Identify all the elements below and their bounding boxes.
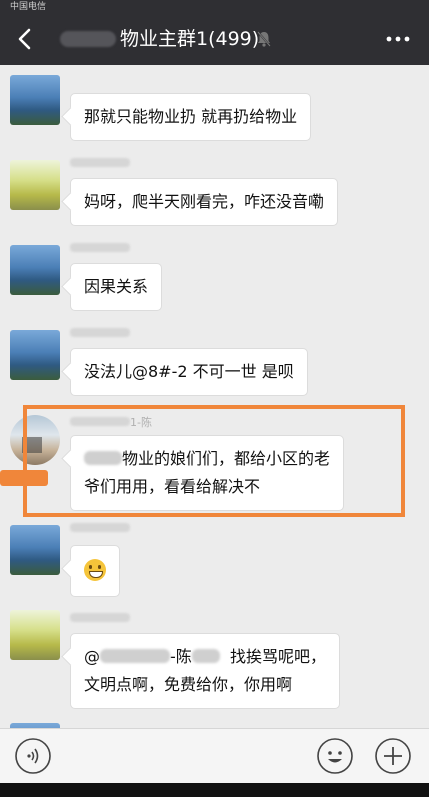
- message-text-line2: 文明点啊，免费给你，你用啊: [84, 675, 293, 694]
- emoji-icon[interactable]: [316, 737, 354, 775]
- user-avatar[interactable]: [10, 245, 60, 295]
- message-input[interactable]: [64, 741, 300, 771]
- user-avatar[interactable]: [10, 610, 60, 660]
- mention-prefix: @: [84, 647, 100, 666]
- message-bubble[interactable]: @ -陈 找挨骂呢吧， 文明点啊，免费给你，你用啊: [70, 633, 340, 709]
- redacted-text: [191, 649, 220, 663]
- sender-nickname: [70, 523, 130, 535]
- user-avatar[interactable]: [10, 160, 60, 210]
- member-count: (499): [208, 28, 260, 50]
- system-nav-bar: [0, 783, 429, 797]
- message-text: 妈呀，爬半天刚看完，咋还没音嘞: [84, 192, 325, 211]
- mention-name: -陈: [170, 647, 192, 666]
- sender-nickname: [70, 328, 130, 340]
- chat-title: 物业主群1(499): [60, 14, 259, 65]
- message-bubble[interactable]: 没法儿@8#-2 不可一世 是呗: [70, 348, 308, 396]
- mute-bell-icon: [257, 31, 271, 47]
- message-text: 没法儿@8#-2 不可一世 是呗: [84, 362, 294, 381]
- sender-nickname: [70, 158, 130, 170]
- user-avatar[interactable]: [10, 330, 60, 380]
- sender-nickname: [70, 243, 130, 255]
- sender-nickname: 1-陈: [70, 417, 152, 429]
- chat-header: 物业主群1(499): [0, 14, 429, 65]
- user-avatar[interactable]: [10, 525, 60, 575]
- message-bubble[interactable]: 因果关系: [70, 263, 163, 311]
- message-text-line1: 找挨骂呢吧，: [229, 647, 326, 666]
- more-icon[interactable]: [385, 28, 411, 50]
- nickname-text: 1-陈: [130, 416, 152, 429]
- sender-nickname: [70, 613, 130, 625]
- redacted-text: [84, 451, 122, 465]
- redacted-text: [100, 649, 170, 663]
- message-bubble[interactable]: 妈呀，爬半天刚看完，咋还没音嘞: [70, 178, 339, 226]
- message-bubble[interactable]: 物业的娘们们，都给小区的老 爷们用用，看看给解决不: [70, 435, 345, 511]
- message-text: 因果关系: [84, 277, 149, 296]
- plus-icon[interactable]: [374, 737, 412, 775]
- message-list[interactable]: 那就只能物业扔 就再扔给物业 妈呀，爬半天刚看完，咋还没音嘞 因果关系 没法儿@…: [0, 65, 429, 728]
- group-name: 物业主群1: [120, 28, 209, 50]
- message-bubble[interactable]: [70, 545, 120, 597]
- user-avatar[interactable]: [10, 75, 60, 125]
- user-avatar[interactable]: [10, 415, 60, 465]
- carrier-label: 中国电信: [10, 2, 47, 12]
- message-bubble[interactable]: 那就只能物业扔 就再扔给物业: [70, 93, 312, 141]
- message-text: 那就只能物业扔 就再扔给物业: [84, 107, 298, 126]
- input-bar: [0, 728, 429, 784]
- back-arrow-icon[interactable]: [8, 22, 42, 56]
- redacted-title-part: [60, 31, 116, 47]
- status-bar: 中国电信: [0, 0, 429, 14]
- grinning-face-emoji: [84, 559, 106, 581]
- message-text-line1: 物业的娘们们，都给小区的老: [122, 449, 331, 468]
- voice-icon[interactable]: [14, 737, 52, 775]
- message-text-line2: 爷们用用，看看给解决不: [84, 477, 261, 496]
